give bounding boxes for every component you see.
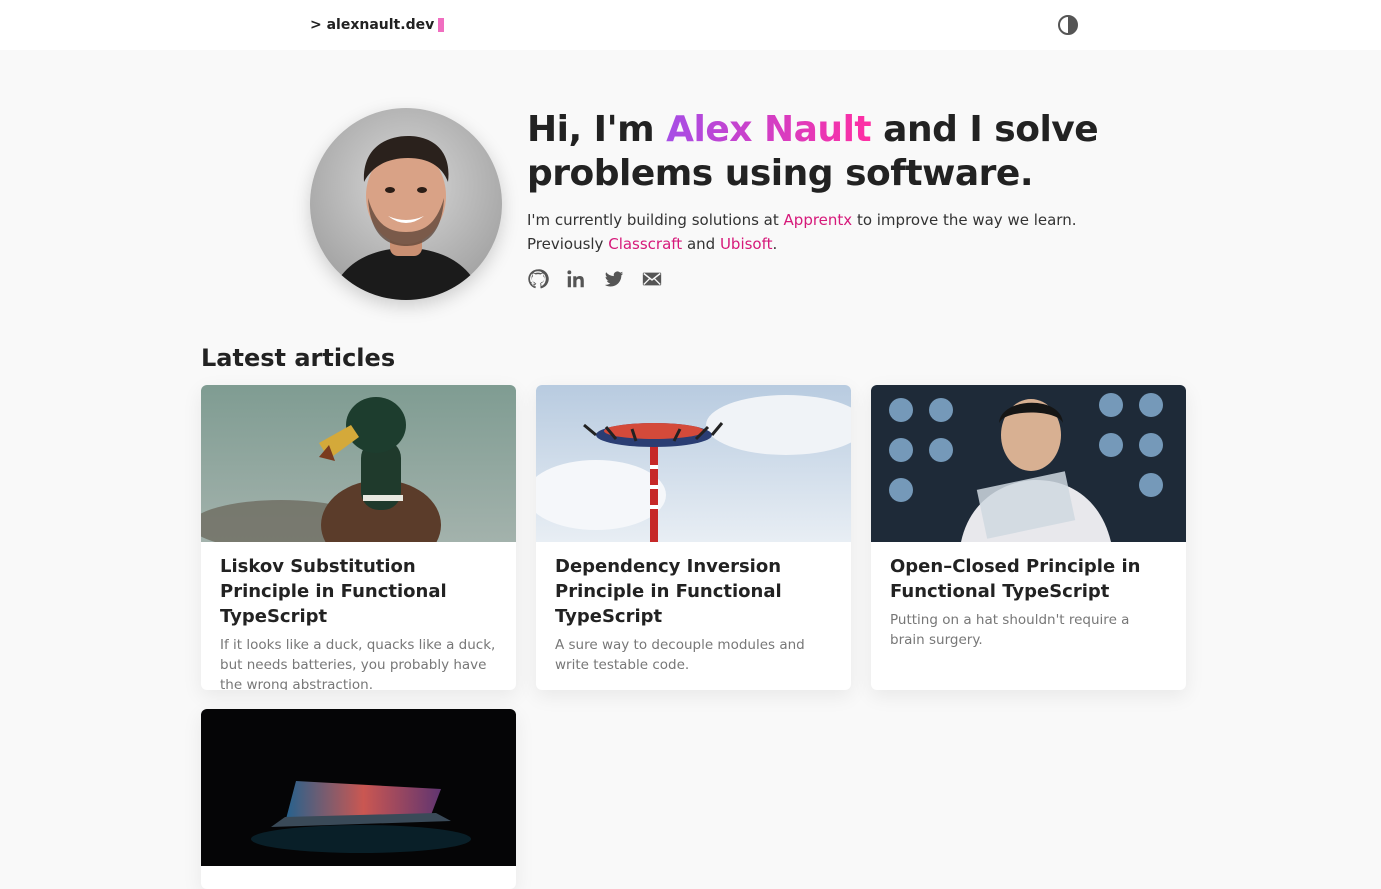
- article-title[interactable]: Liskov Substitution Principle in Functio…: [220, 554, 497, 629]
- laptop-dark-photo: [201, 709, 516, 866]
- duck-photo: [201, 385, 516, 542]
- ubisoft-link[interactable]: Ubisoft: [720, 235, 773, 253]
- article-description: A sure way to decouple modules and write…: [555, 637, 805, 673]
- hero-headline: Hi, I'm Alex Nault and I solve problems …: [527, 108, 1107, 196]
- article-card[interactable]: Dependency Inversion Principle in Functi…: [536, 385, 851, 690]
- twitter-icon[interactable]: [603, 268, 625, 290]
- article-card[interactable]: Open–Closed Principle in Functional Type…: [871, 385, 1186, 690]
- bio-text: I'm currently building solutions at: [527, 211, 784, 229]
- mail-icon[interactable]: [641, 268, 663, 290]
- article-title[interactable]: Dependency Inversion Principle in Functi…: [555, 554, 832, 629]
- avatar: [310, 108, 502, 300]
- hero-section: Hi, I'm Alex Nault and I solve problems …: [310, 108, 1110, 308]
- bio-text: Previously: [527, 235, 609, 253]
- top-bar: > alexnault.dev: [0, 0, 1381, 50]
- github-icon[interactable]: [527, 268, 549, 290]
- classcraft-link[interactable]: Classcraft: [608, 235, 682, 253]
- section-title: Latest articles: [201, 344, 396, 372]
- site-logo-text: > alexnault.dev: [310, 17, 435, 33]
- social-links: [527, 268, 663, 290]
- site-logo[interactable]: > alexnault.dev: [310, 15, 445, 35]
- article-description: Putting on a hat shouldn't require a bra…: [890, 612, 1130, 648]
- article-title[interactable]: Open–Closed Principle in Functional Type…: [890, 554, 1167, 604]
- hero-name: Alex Nault: [666, 109, 872, 150]
- cursor-block-icon: [438, 18, 445, 32]
- bio-text: to improve the way we learn.: [852, 211, 1077, 229]
- amusement-ride-photo: [536, 385, 851, 542]
- article-card[interactable]: [201, 709, 516, 889]
- bio-text: .: [772, 235, 778, 253]
- bio-text: and: [682, 235, 720, 253]
- linkedin-icon[interactable]: [565, 268, 587, 290]
- article-description: If it looks like a duck, quacks like a d…: [220, 637, 496, 690]
- apprentx-link[interactable]: Apprentx: [784, 211, 853, 229]
- doctor-xray-photo: [871, 385, 1186, 542]
- article-card[interactable]: Liskov Substitution Principle in Functio…: [201, 385, 516, 690]
- hero-bio: I'm currently building solutions at Appr…: [527, 208, 1127, 256]
- contrast-icon[interactable]: [1057, 14, 1079, 36]
- greeting-prefix: Hi, I'm: [527, 109, 667, 150]
